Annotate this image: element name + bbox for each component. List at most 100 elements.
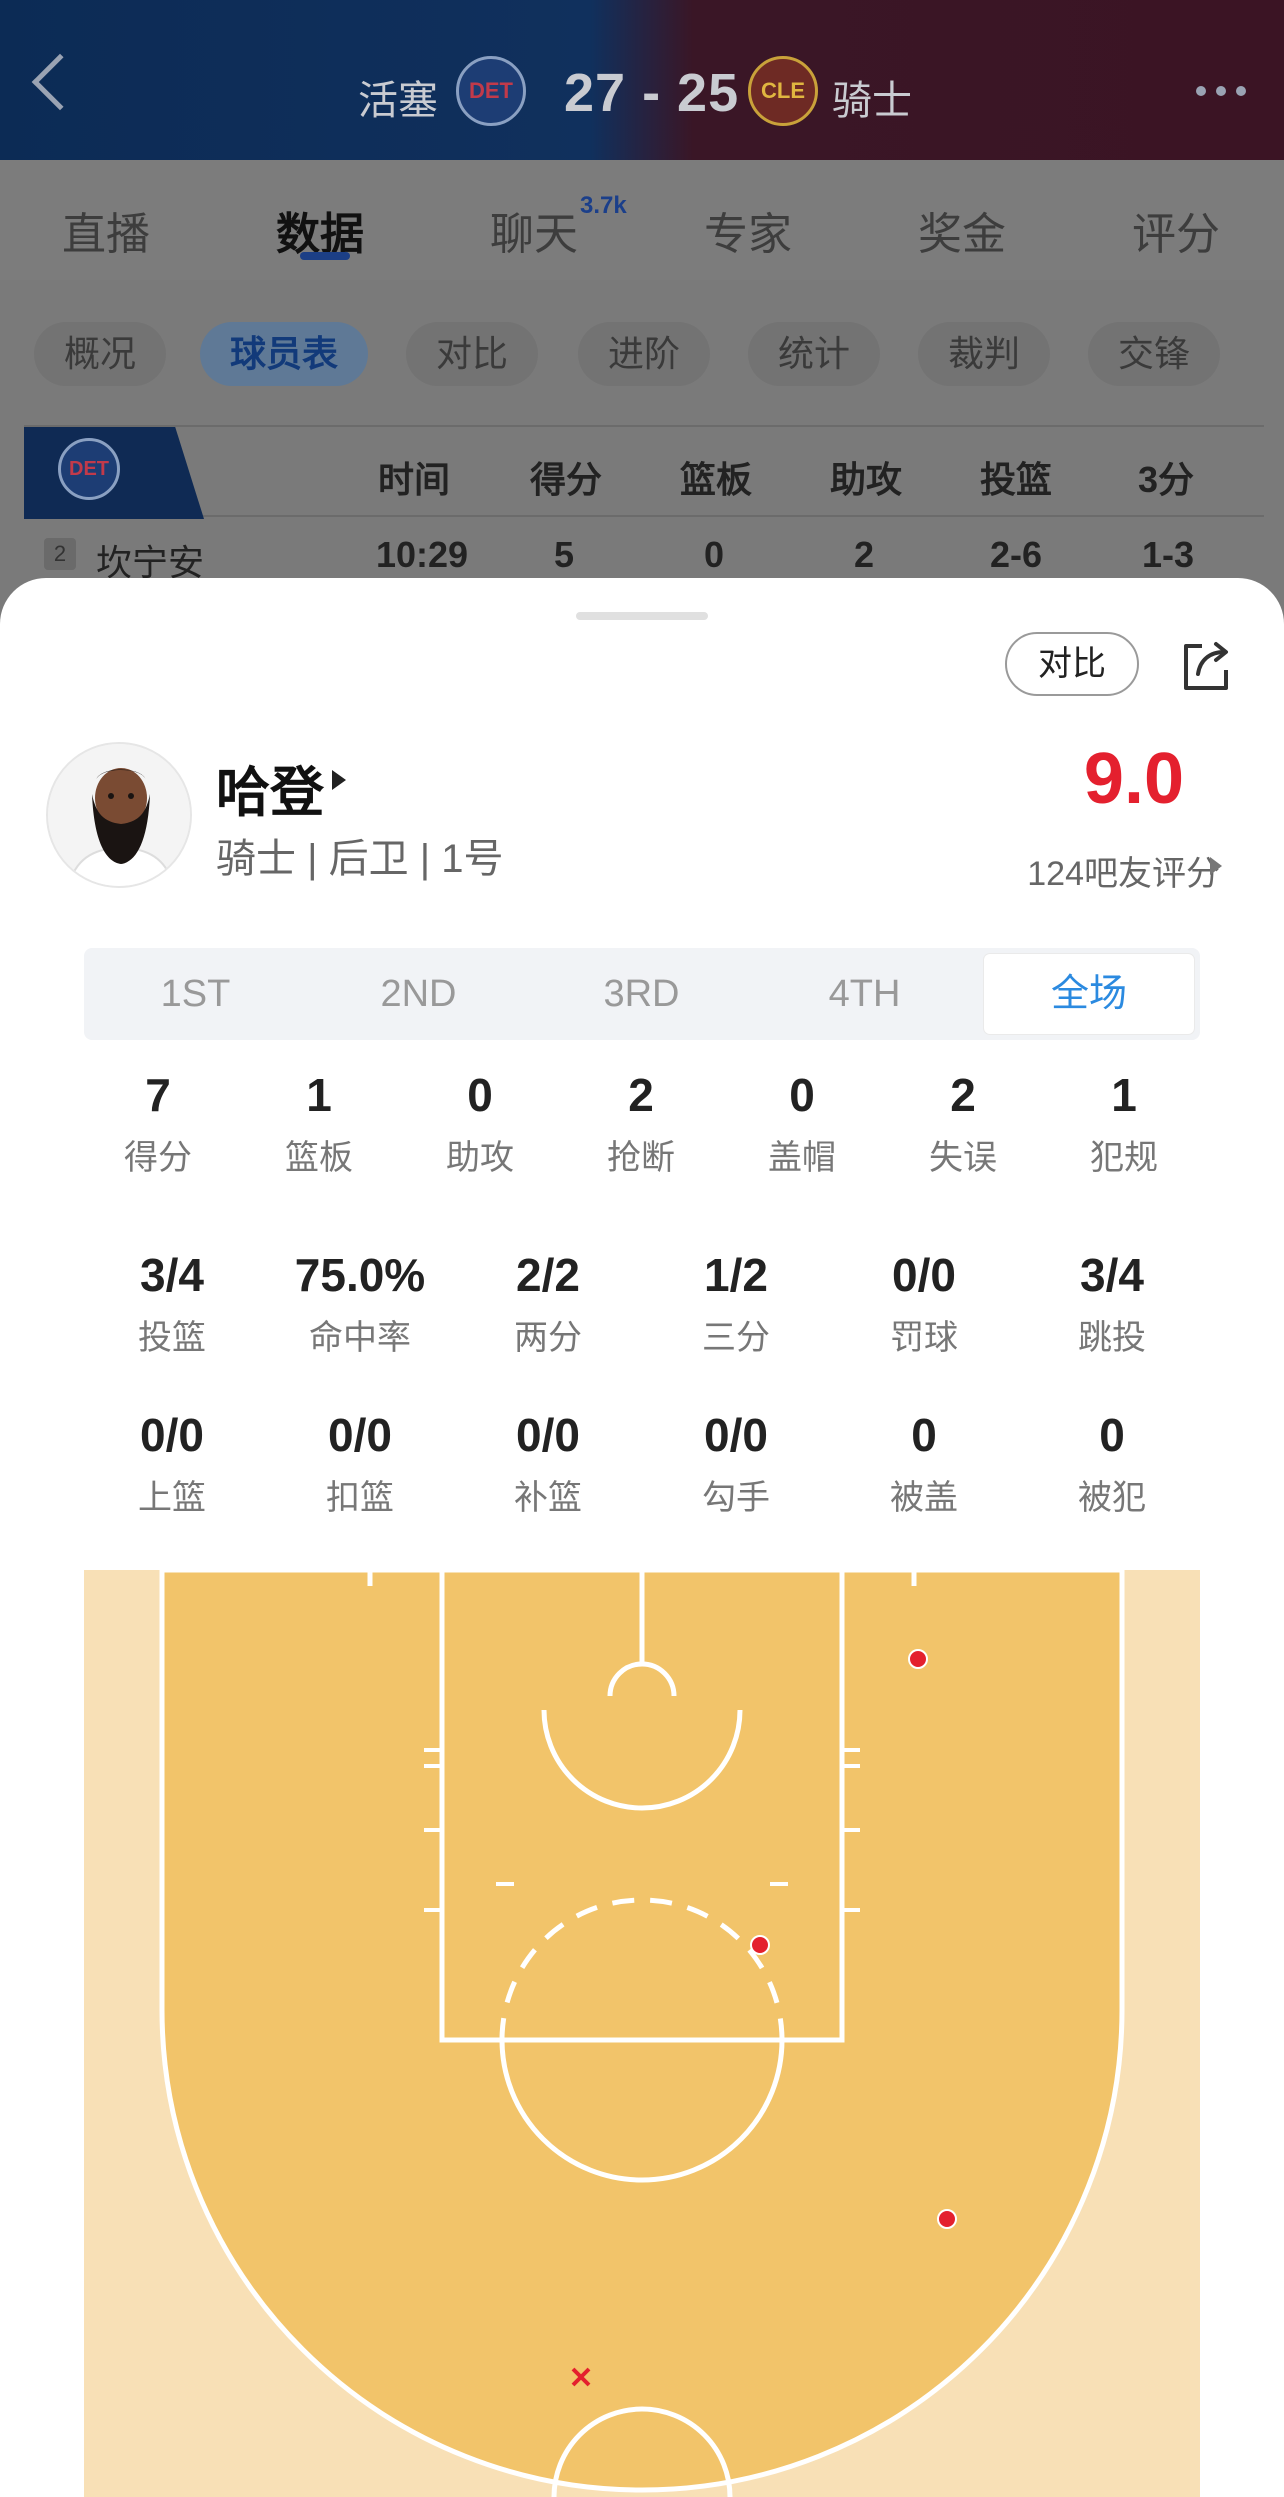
period-1st[interactable]: 1ST — [84, 948, 307, 1040]
stat-label: 失误 — [929, 1139, 997, 1177]
stat-steals: 2 抢断 — [581, 1068, 701, 1179]
stat-label: 抢断 — [607, 1139, 675, 1177]
chip-overview[interactable]: 概况 — [34, 322, 167, 386]
game-score: 27 - 25 — [564, 63, 740, 123]
table-row[interactable]: 2 坎宁安 10:29 5 0 2 2-6 1-3 — [24, 520, 1264, 583]
stat-value: 0/0 — [892, 1249, 956, 1301]
stat-label: 投篮 — [138, 1319, 206, 1357]
chip-advanced[interactable]: 进阶 — [578, 322, 711, 386]
stat-label: 两分 — [514, 1319, 582, 1357]
stat-label: 跳投 — [1078, 1319, 1146, 1357]
stat-value: 2 — [950, 1069, 976, 1121]
stat-label: 篮板 — [285, 1139, 353, 1177]
stat-blocked: 0 被盖 — [854, 1408, 994, 1519]
cell-time: 10:29 — [376, 534, 469, 575]
stat-value: 1 — [1111, 1069, 1137, 1121]
col-rebounds[interactable]: 篮板 — [680, 451, 752, 503]
away-team-name: 骑士 — [832, 79, 912, 123]
player-avatar[interactable] — [46, 742, 192, 888]
player-table-header: DET 时间 得分 篮板 助攻 投篮 3分 — [24, 425, 1264, 519]
tab-rating[interactable]: 评分 — [1132, 198, 1220, 262]
tab-chat[interactable]: 聊天 — [490, 198, 578, 262]
active-tab-indicator — [300, 252, 350, 260]
compare-button[interactable]: 对比 — [1005, 632, 1139, 696]
period-selector: 1ST 2ND 3RD 4TH 全场 — [84, 948, 1200, 1040]
stat-label: 被盖 — [890, 1479, 958, 1517]
period-2nd[interactable]: 2ND — [307, 948, 530, 1040]
stat-label: 上篮 — [138, 1479, 206, 1517]
stat-value: 0 — [911, 1409, 937, 1461]
tab-live[interactable]: 直播 — [62, 198, 150, 262]
stat-label: 助攻 — [446, 1139, 514, 1177]
stat-value: 0 — [1099, 1409, 1125, 1461]
player-name-link[interactable]: 哈登 — [216, 748, 324, 827]
stat-value: 0/0 — [704, 1409, 768, 1461]
more-icon[interactable] — [1196, 86, 1246, 96]
stat-turnovers: 2 失误 — [903, 1068, 1023, 1179]
stat-value: 0 — [789, 1069, 815, 1121]
stat-3pt: 1/2 三分 — [666, 1248, 806, 1359]
col-time[interactable]: 时间 — [378, 451, 450, 503]
jersey-number: 2 — [44, 538, 76, 570]
stat-value: 7 — [145, 1069, 171, 1121]
player-rating: 9.0 — [1083, 739, 1184, 819]
col-fg[interactable]: 投篮 — [980, 451, 1052, 503]
stat-label: 罚球 — [890, 1319, 958, 1357]
stat-layup: 0/0 上篮 — [102, 1408, 242, 1519]
chip-player-table[interactable]: 球员表 — [200, 322, 369, 386]
stat-fouls: 1 犯规 — [1064, 1068, 1184, 1179]
player-arrow-icon — [332, 770, 346, 790]
tab-prize[interactable]: 奖金 — [918, 198, 1006, 262]
chip-stats[interactable]: 统计 — [748, 322, 881, 386]
chip-compare[interactable]: 对比 — [406, 322, 539, 386]
period-3rd[interactable]: 3RD — [530, 948, 753, 1040]
stat-fg: 3/4 投篮 — [102, 1248, 242, 1359]
cell-rebounds: 0 — [704, 534, 725, 575]
chip-head-to-head[interactable]: 交锋 — [1088, 322, 1221, 386]
main-tabs: 直播 数据 聊天 专家 奖金 评分 — [0, 160, 1284, 280]
player-info: 骑士 | 后卫 | 1号 — [216, 837, 504, 881]
col-3pt[interactable]: 3分 — [1138, 451, 1194, 503]
shot-made-marker — [750, 1935, 770, 1955]
stat-label: 被犯 — [1078, 1479, 1146, 1517]
period-full-game[interactable]: 全场 — [984, 954, 1194, 1034]
game-header: 活塞 DET 27 - 25 CLE 骑士 — [0, 0, 1284, 160]
sub-tabs: 概况 球员表 对比 进阶 统计 裁判 交锋 — [0, 300, 1284, 400]
stat-putback: 0/0 补篮 — [478, 1408, 618, 1519]
table-team-logo: DET — [58, 438, 120, 500]
share-icon[interactable] — [1180, 638, 1232, 694]
shot-chart-court — [84, 1570, 1200, 2497]
stat-value: 0/0 — [328, 1409, 392, 1461]
stat-value: 0 — [467, 1069, 493, 1121]
tab-experts[interactable]: 专家 — [704, 198, 792, 262]
stat-label: 补篮 — [514, 1479, 582, 1517]
back-icon[interactable] — [31, 53, 89, 111]
col-assists[interactable]: 助攻 — [830, 451, 902, 503]
col-points[interactable]: 得分 — [530, 451, 602, 503]
chip-referees[interactable]: 裁判 — [918, 322, 1051, 386]
period-4th[interactable]: 4TH — [753, 948, 976, 1040]
stat-value: 3/4 — [1080, 1249, 1144, 1301]
stat-label: 盖帽 — [768, 1139, 836, 1177]
away-team-logo: CLE — [748, 56, 818, 126]
cell-fg: 2-6 — [990, 534, 1043, 575]
team-badge: DET — [24, 427, 204, 519]
stat-assists: 0 助攻 — [420, 1068, 540, 1179]
stat-blocks: 0 盖帽 — [742, 1068, 862, 1179]
stat-2pt: 2/2 两分 — [478, 1248, 618, 1359]
chat-count-badge: 3.7k — [580, 192, 627, 219]
stat-value: 0/0 — [140, 1409, 204, 1461]
stat-rebounds: 1 篮板 — [259, 1068, 379, 1179]
shot-made-marker — [908, 1649, 928, 1669]
drag-handle[interactable] — [576, 612, 708, 620]
shot-made-marker — [937, 2209, 957, 2229]
stat-dunk: 0/0 扣篮 — [290, 1408, 430, 1519]
stat-value: 0/0 — [516, 1409, 580, 1461]
stat-label: 犯规 — [1090, 1139, 1158, 1177]
stat-label: 勾手 — [702, 1479, 770, 1517]
rater-count-link[interactable]: 124吧友评分 — [1027, 846, 1220, 895]
stat-label: 扣篮 — [326, 1479, 394, 1517]
stat-value: 3/4 — [140, 1249, 204, 1301]
stat-value: 2 — [628, 1069, 654, 1121]
home-team-name: 活塞 — [358, 79, 438, 123]
